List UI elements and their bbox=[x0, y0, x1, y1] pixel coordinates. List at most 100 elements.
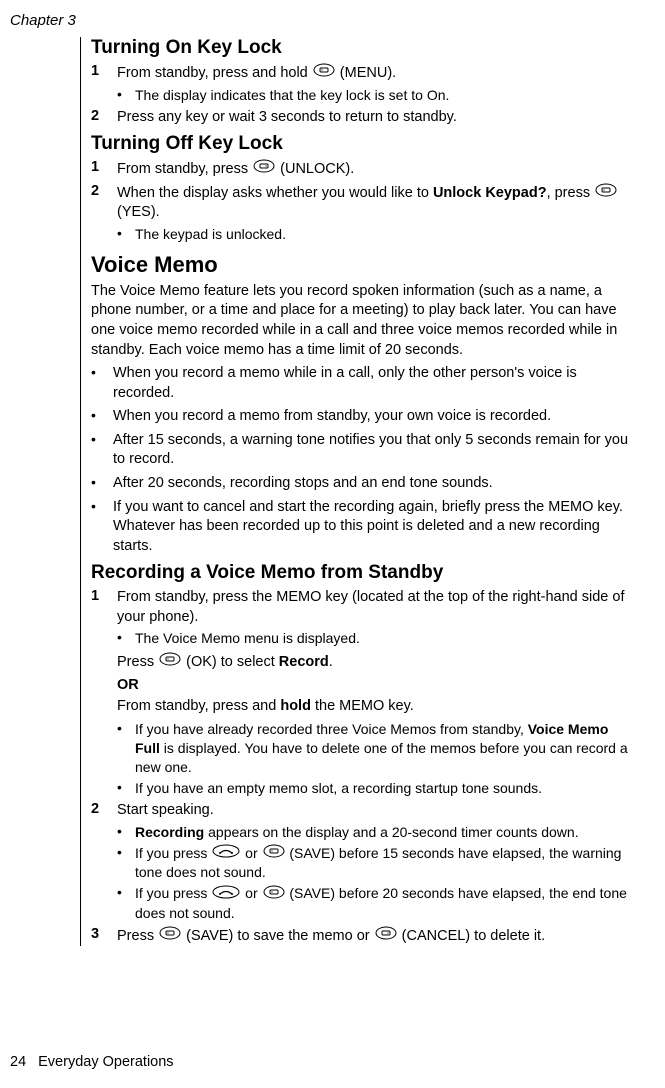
sub-text: If you have an empty memo slot, a record… bbox=[135, 779, 635, 798]
step-number: 2 bbox=[91, 183, 117, 199]
step-text: From standby, press and hold (MENU). bbox=[117, 63, 635, 84]
step-text: Start speaking. bbox=[117, 801, 635, 821]
text: the MEMO key. bbox=[311, 698, 414, 714]
sub-row: • If you have an empty memo slot, a reco… bbox=[117, 779, 635, 798]
step-row: 2 When the display asks whether you woul… bbox=[91, 183, 635, 223]
text: or bbox=[241, 845, 261, 861]
step-number: 1 bbox=[91, 588, 117, 604]
bullet-text: If you want to cancel and start the reco… bbox=[113, 498, 635, 557]
step-text: From standby, press the MEMO key (locate… bbox=[117, 588, 635, 627]
text: (UNLOCK). bbox=[276, 161, 354, 177]
sub-row: • The keypad is unlocked. bbox=[117, 225, 635, 244]
text: (CANCEL) to delete it. bbox=[398, 928, 545, 944]
content-area: Turning On Key Lock 1 From standby, pres… bbox=[80, 37, 635, 946]
bullet-marker: • bbox=[117, 86, 135, 102]
text: If you press bbox=[135, 845, 211, 861]
heading-turning-on-key-lock: Turning On Key Lock bbox=[91, 37, 635, 59]
unlock-key-icon bbox=[253, 159, 275, 180]
step-text: When the display asks whether you would … bbox=[117, 183, 635, 223]
bold-text: Recording bbox=[135, 824, 204, 840]
heading-recording-voice-memo: Recording a Voice Memo from Standby bbox=[91, 562, 635, 584]
sub-text: If you press or (SAVE) before 15 seconds… bbox=[135, 844, 635, 883]
bullet-marker: • bbox=[117, 779, 135, 795]
save-key-icon bbox=[263, 844, 285, 863]
bullet-row: • If you want to cancel and start the re… bbox=[91, 498, 635, 557]
save-key-icon bbox=[159, 926, 181, 947]
text: Press bbox=[117, 928, 158, 944]
bullet-marker: • bbox=[91, 498, 113, 514]
text: (SAVE) to save the memo or bbox=[182, 928, 374, 944]
text: If you have already recorded three Voice… bbox=[135, 721, 528, 737]
paragraph: From standby, press and hold the MEMO ke… bbox=[117, 697, 635, 717]
text: (YES). bbox=[117, 204, 160, 220]
bullet-marker: • bbox=[117, 720, 135, 736]
text: (MENU). bbox=[336, 65, 396, 81]
menu-key-icon bbox=[313, 63, 335, 84]
sub-row: • If you press or (SAVE) before 20 secon… bbox=[117, 884, 635, 923]
step-text: Press (SAVE) to save the memo or (CANCEL… bbox=[117, 926, 635, 947]
bullet-text: When you record a memo while in a call, … bbox=[113, 364, 635, 403]
sub-text: The keypad is unlocked. bbox=[135, 225, 635, 244]
bullet-row: • After 15 seconds, a warning tone notif… bbox=[91, 431, 635, 470]
text: , press bbox=[547, 185, 595, 201]
text: appears on the display and a 20-second t… bbox=[204, 824, 578, 840]
sub-row: • Recording appears on the display and a… bbox=[117, 823, 635, 842]
bullet-text: When you record a memo from standby, you… bbox=[113, 407, 635, 427]
text: From standby, press and hold bbox=[117, 65, 312, 81]
text: Press bbox=[117, 654, 158, 670]
sub-text: If you press or (SAVE) before 20 seconds… bbox=[135, 884, 635, 923]
text: or bbox=[241, 885, 261, 901]
ok-key-icon bbox=[159, 652, 181, 673]
text: When the display asks whether you would … bbox=[117, 185, 433, 201]
sub-text: The display indicates that the key lock … bbox=[135, 86, 635, 105]
step-number: 1 bbox=[91, 63, 117, 79]
end-call-key-icon bbox=[212, 844, 240, 863]
text: is displayed. You have to delete one of … bbox=[135, 740, 628, 775]
sub-text: Recording appears on the display and a 2… bbox=[135, 823, 635, 842]
yes-key-icon bbox=[595, 183, 617, 204]
chapter-label: Chapter 3 bbox=[10, 12, 635, 29]
paragraph: Press (OK) to select Record. bbox=[117, 652, 635, 673]
bullet-marker: • bbox=[117, 884, 135, 900]
bold-text: hold bbox=[280, 698, 311, 714]
bullet-row: • After 20 seconds, recording stops and … bbox=[91, 474, 635, 494]
or-label: OR bbox=[117, 677, 635, 693]
bullet-marker: • bbox=[91, 364, 113, 380]
bullet-text: After 20 seconds, recording stops and an… bbox=[113, 474, 635, 494]
cancel-key-icon bbox=[375, 926, 397, 947]
step-number: 3 bbox=[91, 926, 117, 942]
sub-row: • If you have already recorded three Voi… bbox=[117, 720, 635, 777]
bullet-marker: • bbox=[117, 629, 135, 645]
step-row: 1 From standby, press and hold (MENU). bbox=[91, 63, 635, 84]
sub-text: If you have already recorded three Voice… bbox=[135, 720, 635, 777]
heading-voice-memo: Voice Memo bbox=[91, 252, 635, 278]
bullet-text: After 15 seconds, a warning tone notifie… bbox=[113, 431, 635, 470]
save-key-icon bbox=[263, 885, 285, 904]
step-row: 2 Start speaking. bbox=[91, 801, 635, 821]
bullet-marker: • bbox=[117, 225, 135, 241]
end-call-key-icon bbox=[212, 885, 240, 904]
page-footer: 24Everyday Operations bbox=[10, 1054, 174, 1070]
bullet-marker: • bbox=[117, 823, 135, 839]
bullet-marker: • bbox=[91, 474, 113, 490]
sub-text: The Voice Memo menu is displayed. bbox=[135, 629, 635, 648]
step-text: From standby, press (UNLOCK). bbox=[117, 159, 635, 180]
step-row: 3 Press (SAVE) to save the memo or (CANC… bbox=[91, 926, 635, 947]
text: From standby, press bbox=[117, 161, 252, 177]
bold-text: Record bbox=[279, 654, 329, 670]
step-row: 2 Press any key or wait 3 seconds to ret… bbox=[91, 108, 635, 128]
page-number: 24 bbox=[10, 1054, 26, 1070]
bold-text: Unlock Keypad? bbox=[433, 185, 547, 201]
sub-row: • If you press or (SAVE) before 15 secon… bbox=[117, 844, 635, 883]
bullet-marker: • bbox=[91, 431, 113, 447]
text: From standby, press and bbox=[117, 698, 280, 714]
step-number: 2 bbox=[91, 801, 117, 817]
step-text: Press any key or wait 3 seconds to retur… bbox=[117, 108, 635, 128]
sub-row: • The display indicates that the key loc… bbox=[117, 86, 635, 105]
step-number: 2 bbox=[91, 108, 117, 124]
heading-turning-off-key-lock: Turning Off Key Lock bbox=[91, 133, 635, 155]
bullet-row: • When you record a memo while in a call… bbox=[91, 364, 635, 403]
step-row: 1 From standby, press the MEMO key (loca… bbox=[91, 588, 635, 627]
step-row: 1 From standby, press (UNLOCK). bbox=[91, 159, 635, 180]
bullet-marker: • bbox=[91, 407, 113, 423]
